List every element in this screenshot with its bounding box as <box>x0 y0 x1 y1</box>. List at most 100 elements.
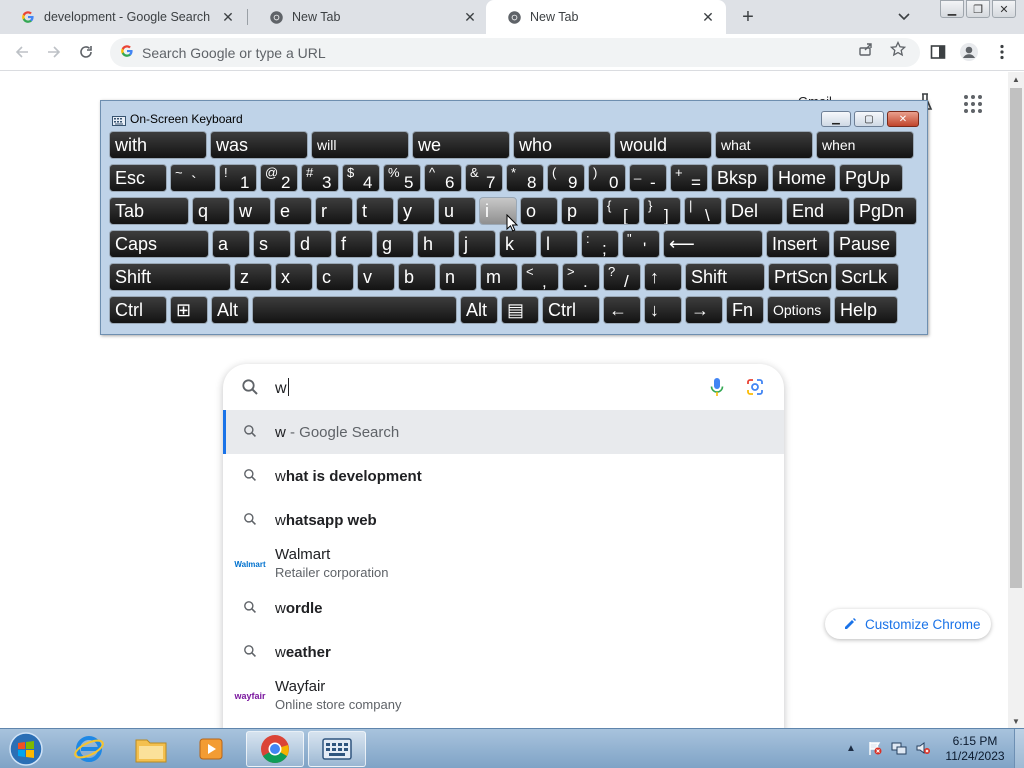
tab-new-tab-1[interactable]: New Tab ✕ <box>248 0 488 34</box>
osk-key-x22x27[interactable]: " ' <box>622 230 660 258</box>
osk-key-x2bx3d[interactable]: + = <box>670 164 708 192</box>
suggestion-item-entity[interactable]: Walmart Walmart Retailer corporation <box>223 542 784 586</box>
profile-avatar-icon[interactable] <box>959 42 979 62</box>
show-desktop-button[interactable] <box>1014 729 1024 768</box>
osk-key-c[interactable]: c <box>316 263 354 291</box>
osk-key-x244[interactable]: $4 <box>342 164 380 192</box>
menu-kebab-icon[interactable] <box>992 42 1012 62</box>
osk-key-pgdn[interactable]: PgDn <box>853 197 917 225</box>
osk-key-fn[interactable]: Fn <box>726 296 764 324</box>
osk-key-end[interactable]: End <box>786 197 850 225</box>
osk-key-u[interactable]: u <box>438 197 476 225</box>
osk-key-x25a4[interactable]: ▤ <box>501 296 539 324</box>
osk-key-l[interactable]: l <box>540 230 578 258</box>
internet-explorer-icon[interactable] <box>60 731 118 767</box>
scroll-down-arrow-icon[interactable]: ▼ <box>1008 714 1024 728</box>
osk-key-x7dx5d[interactable]: }] <box>643 197 681 225</box>
customize-chrome-button[interactable]: Customize Chrome <box>825 609 991 639</box>
osk-key-x3cx2c[interactable]: <, <box>521 263 559 291</box>
osk-key-m[interactable]: m <box>480 263 518 291</box>
osk-key-options[interactable]: Options <box>767 296 831 324</box>
restore-button[interactable]: ❐ <box>966 0 990 18</box>
page-scrollbar[interactable]: ▲ ▼ <box>1008 72 1024 728</box>
star-bookmark-icon[interactable] <box>890 41 906 57</box>
suggestion-item-entity[interactable]: wayfair Wayfair Online store company <box>223 674 784 718</box>
osk-key-x402[interactable]: @2 <box>260 164 298 192</box>
osk-key-x211[interactable]: ! 1 <box>219 164 257 192</box>
on-screen-keyboard-icon[interactable] <box>308 731 366 767</box>
osk-key-x2190[interactable]: ← <box>603 296 641 324</box>
osk-key-home[interactable]: Home <box>772 164 836 192</box>
osk-key-x229e[interactable]: ⊞ <box>170 296 208 324</box>
side-panel-icon[interactable] <box>928 42 948 62</box>
search-box[interactable]: w <box>223 364 784 410</box>
scroll-thumb[interactable] <box>1010 88 1022 588</box>
osk-key-n[interactable]: n <box>439 263 477 291</box>
minimize-button[interactable]: ▁ <box>940 0 964 18</box>
osk-key-tab[interactable]: Tab <box>109 197 189 225</box>
action-center-flag-icon[interactable] <box>866 739 884 757</box>
network-icon[interactable] <box>890 739 908 757</box>
osk-key-x2193[interactable]: ↓ <box>644 296 682 324</box>
osk-key-pgup[interactable]: PgUp <box>839 164 903 192</box>
share-icon[interactable] <box>858 41 874 57</box>
scroll-up-arrow-icon[interactable]: ▲ <box>1008 72 1024 86</box>
osk-key-when[interactable]: when <box>816 131 914 159</box>
suggestion-item[interactable]: weather <box>223 630 784 674</box>
osk-key-x255[interactable]: % 5 <box>383 164 421 192</box>
close-icon[interactable]: ✕ <box>462 9 478 25</box>
osk-key-help[interactable]: Help <box>834 296 898 324</box>
osk-key-x[interactable]: x <box>275 263 313 291</box>
osk-key-h[interactable]: h <box>417 230 455 258</box>
taskbar-clock[interactable]: 6:15 PM 11/24/2023 <box>940 734 1010 764</box>
osk-key-x233[interactable]: #3 <box>301 164 339 192</box>
tab-new-tab-active[interactable]: New Tab ✕ <box>486 0 726 34</box>
osk-titlebar[interactable]: On-Screen Keyboard ▁ ▢ ✕ <box>101 101 927 129</box>
osk-key-t[interactable]: t <box>356 197 394 225</box>
osk-key-x289[interactable]: (9 <box>547 164 585 192</box>
osk-key-p[interactable]: p <box>561 197 599 225</box>
osk-key-x5e6[interactable]: ^ 6 <box>424 164 462 192</box>
start-button[interactable] <box>6 731 46 767</box>
osk-key-o[interactable]: o <box>520 197 558 225</box>
osk-key-was[interactable]: was <box>210 131 308 159</box>
close-icon[interactable]: ✕ <box>220 9 236 25</box>
volume-muted-icon[interactable] <box>914 739 932 757</box>
osk-key-ctrl[interactable]: Ctrl <box>109 296 167 324</box>
osk-key-with[interactable]: with <box>109 131 207 159</box>
osk-key-insert[interactable]: Insert <box>766 230 830 258</box>
osk-key-b[interactable]: b <box>398 263 436 291</box>
osk-key-x3fx2f[interactable]: ? / <box>603 263 641 291</box>
suggestion-item[interactable]: whatsapp web <box>223 498 784 542</box>
forward-button[interactable] <box>42 40 66 64</box>
osk-key-w[interactable]: w <box>233 197 271 225</box>
osk-key-we[interactable]: we <box>412 131 510 159</box>
osk-key-x7bx5b[interactable]: {[ <box>602 197 640 225</box>
osk-key-shift[interactable]: Shift <box>685 263 765 291</box>
osk-key-z[interactable]: z <box>234 263 272 291</box>
osk-key-who[interactable]: who <box>513 131 611 159</box>
osk-minimize-button[interactable]: ▁ <box>821 111 851 127</box>
tab-search-chevron-icon[interactable] <box>894 8 914 26</box>
osk-key-alt[interactable]: Alt <box>460 296 498 324</box>
show-hidden-icons-arrow-icon[interactable]: ▲ <box>842 739 860 757</box>
osk-key-x3ex2e[interactable]: >. <box>562 263 600 291</box>
osk-key-caps[interactable]: Caps <box>109 230 209 258</box>
osk-key-s[interactable]: s <box>253 230 291 258</box>
osk-key-alt[interactable]: Alt <box>211 296 249 324</box>
address-bar[interactable]: Search Google or type a URL <box>110 38 920 67</box>
osk-key-scrlk[interactable]: ScrLk <box>835 263 899 291</box>
back-button[interactable] <box>10 40 34 64</box>
osk-key-would[interactable]: would <box>614 131 712 159</box>
osk-key-x2192[interactable]: → <box>685 296 723 324</box>
osk-key-v[interactable]: v <box>357 263 395 291</box>
osk-key-g[interactable]: g <box>376 230 414 258</box>
osk-key-x5fx2d[interactable]: _ - <box>629 164 667 192</box>
google-apps-grid-icon[interactable] <box>963 94 983 114</box>
media-player-icon[interactable] <box>182 731 240 767</box>
osk-key-e[interactable]: e <box>274 197 312 225</box>
tab-development-search[interactable]: development - Google Search ✕ <box>0 0 246 34</box>
osk-key-what[interactable]: what <box>715 131 813 159</box>
osk-key-y[interactable]: y <box>397 197 435 225</box>
new-tab-button[interactable]: + <box>737 6 759 28</box>
